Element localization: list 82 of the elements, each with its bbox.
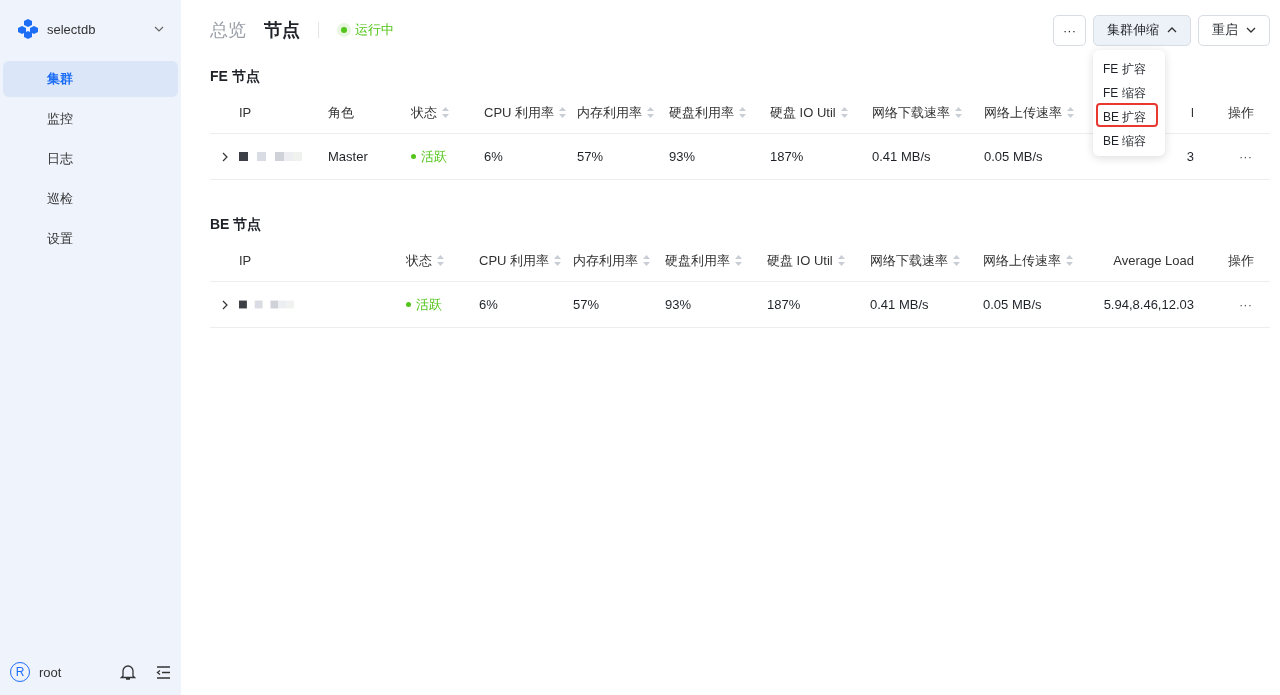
sort-icon[interactable] [1066, 255, 1073, 266]
row-actions-button[interactable]: ··· [1239, 297, 1254, 312]
nav-item[interactable]: 日志 [3, 141, 178, 177]
nav-item[interactable]: 集群 [3, 61, 178, 97]
column-header[interactable]: 网络上传速率 [983, 251, 1073, 270]
column-header: Average Load [1113, 253, 1194, 268]
caret-icon [1246, 27, 1256, 33]
cubes-logo-icon [17, 19, 39, 39]
sort-icon[interactable] [437, 255, 444, 266]
nav-item[interactable]: 巡检 [3, 181, 178, 217]
column-header[interactable]: 内存利用率 [577, 103, 654, 122]
table-cell: 活跃 [416, 295, 442, 314]
column-header[interactable]: 硬盘 IO Util [767, 251, 845, 270]
table-cell: 187% [770, 149, 804, 164]
table-cell: 5.94,8.46,12.03 [1103, 297, 1194, 312]
column-header[interactable]: 网络下载速率 [872, 103, 962, 122]
sort-icon[interactable] [837, 255, 845, 266]
menu-item[interactable]: BE 缩容 [1096, 126, 1158, 151]
section-title: BE 节点 [210, 215, 262, 234]
user-name: root [39, 664, 63, 680]
row-actions-button[interactable]: ··· [1239, 149, 1254, 164]
table-cell: 57% [573, 297, 600, 312]
column-header[interactable]: 网络下载速率 [870, 251, 960, 270]
sort-icon[interactable] [955, 107, 962, 118]
column-header[interactable]: 状态 [406, 251, 444, 270]
table-cell: 57% [577, 149, 604, 164]
menu-item[interactable]: FE 扩容 [1096, 54, 1158, 79]
column-header[interactable]: 内存利用率 [573, 251, 650, 270]
table-cell: 93% [669, 149, 696, 164]
table-cell: 3 [1186, 149, 1194, 164]
column-header[interactable]: CPU 利用率 [484, 103, 567, 122]
column-header: IP [239, 253, 252, 268]
column-header[interactable]: 硬盘利用率 [665, 251, 742, 270]
column-header: 角色 [328, 103, 354, 122]
column-header: 操作 [1228, 251, 1254, 270]
collapse-menu-icon[interactable] [156, 665, 171, 679]
scale-cluster-button[interactable]: 集群伸缩 [1093, 14, 1191, 46]
bell-icon[interactable] [120, 663, 136, 681]
table-cell: 93% [665, 297, 692, 312]
table-cell: 0.41 MB/s [870, 297, 929, 312]
table-cell: 0.05 MB/s [983, 297, 1042, 312]
column-header[interactable]: 网络上传速率 [984, 103, 1074, 122]
sort-icon[interactable] [840, 107, 848, 118]
column-header[interactable]: 硬盘 IO Util [770, 103, 848, 122]
workspace-name: selectdb [47, 21, 97, 37]
nav-item[interactable]: 监控 [3, 101, 178, 137]
sort-icon[interactable] [739, 107, 746, 118]
column-header: 操作 [1228, 103, 1254, 122]
masked-ip-drawing [239, 300, 295, 309]
nav-item[interactable]: 设置 [3, 221, 178, 257]
table-cell: Master [328, 149, 368, 164]
table-cell: 6% [479, 297, 498, 312]
sort-icon[interactable] [647, 107, 654, 118]
table-cell: 0.41 MB/s [872, 149, 931, 164]
column-header: IP [239, 105, 252, 120]
sort-icon[interactable] [953, 255, 960, 266]
menu-item[interactable]: BE 扩容 [1096, 102, 1158, 127]
table-cell: 活跃 [421, 147, 447, 166]
more-button[interactable]: ··· [1053, 14, 1086, 46]
table-cell: 6% [484, 149, 503, 164]
column-header[interactable]: 状态 [411, 103, 449, 122]
caret-icon [1167, 27, 1177, 33]
cluster-status: 运行中 [355, 21, 394, 39]
expand-row-icon[interactable] [222, 299, 229, 310]
table-cell: 187% [767, 297, 801, 312]
expand-row-icon[interactable] [222, 151, 229, 162]
sort-icon[interactable] [554, 255, 562, 266]
column-header: l [1191, 105, 1194, 120]
sort-icon[interactable] [559, 107, 567, 118]
column-header[interactable]: CPU 利用率 [479, 251, 562, 270]
page-tab[interactable]: 节点 [264, 18, 300, 42]
sort-icon[interactable] [735, 255, 742, 266]
sort-icon[interactable] [643, 255, 650, 266]
column-header[interactable]: 硬盘利用率 [669, 103, 746, 122]
menu-item[interactable]: FE 缩容 [1096, 78, 1158, 103]
restart-button[interactable]: 重启 [1198, 14, 1270, 46]
table-cell: 0.05 MB/s [984, 149, 1043, 164]
chevron-down-icon[interactable] [154, 26, 164, 32]
section-title: FE 节点 [210, 67, 260, 86]
sort-icon[interactable] [1067, 107, 1074, 118]
masked-ip-drawing [239, 152, 303, 161]
sort-icon[interactable] [442, 107, 449, 118]
